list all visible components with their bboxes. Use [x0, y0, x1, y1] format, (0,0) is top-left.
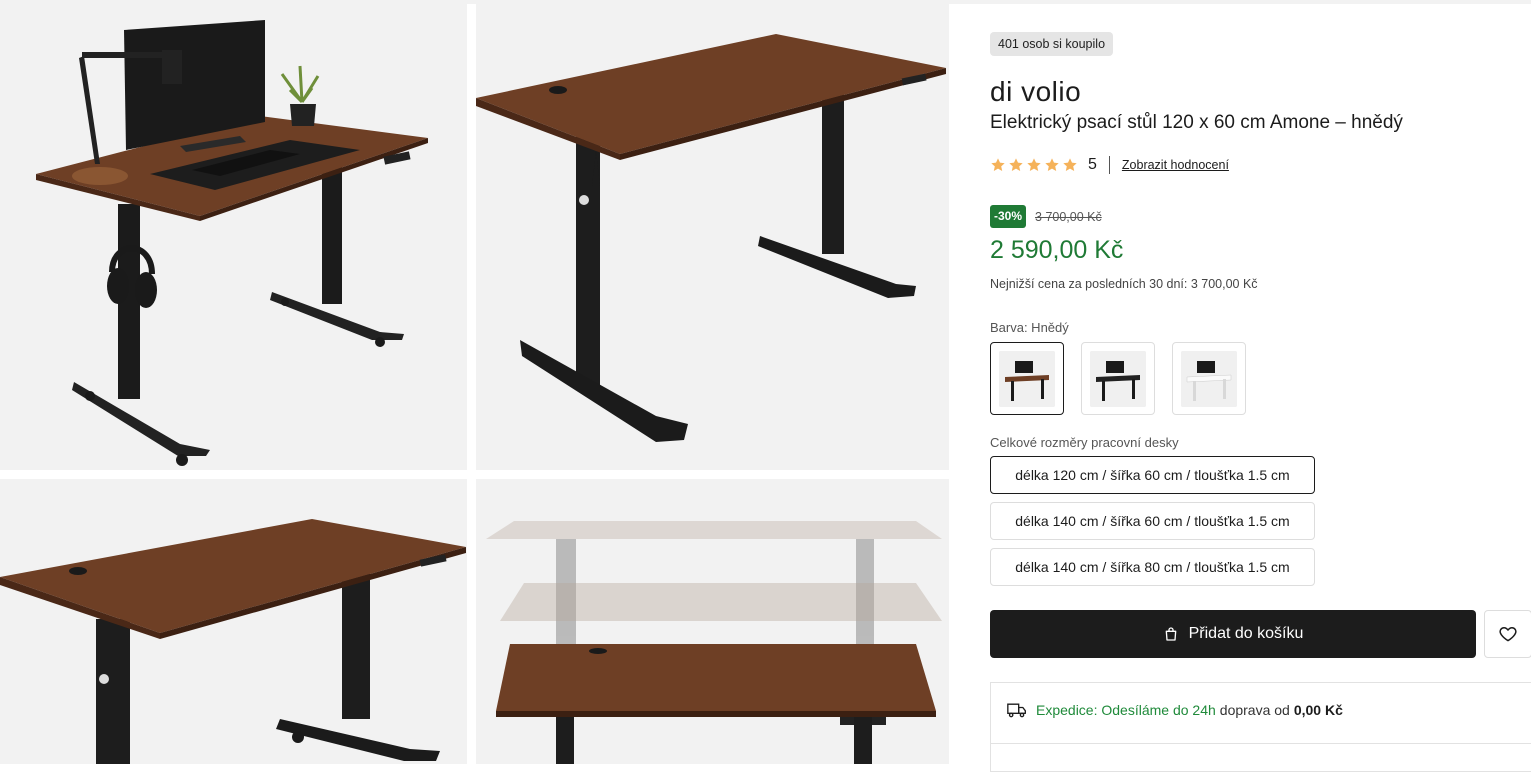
color-swatch-white[interactable]	[1172, 342, 1246, 415]
star-icon	[991, 158, 1005, 171]
old-price: 3 700,00 Kč	[1035, 209, 1102, 224]
svg-text:di volio: di volio	[990, 76, 1081, 106]
discount-row: -30% 3 700,00 Kč	[990, 205, 1102, 228]
product-gallery	[0, 4, 949, 764]
rating-stars	[990, 157, 1078, 173]
shopping-bag-icon	[1165, 627, 1176, 641]
desk-front-view-image	[0, 519, 466, 764]
product-title: Elektrický psací stůl 120 x 60 cm Amone …	[990, 112, 1403, 133]
product-photo-4[interactable]	[476, 479, 949, 764]
product-photo-3[interactable]	[0, 479, 467, 764]
truck-icon	[1007, 703, 1026, 718]
current-price: 2 590,00 Kč	[990, 236, 1124, 264]
shipping-row: Expedice: Odesíláme do 24h doprava od 0,…	[1007, 702, 1343, 718]
black-desk-thumbnail	[1090, 350, 1146, 407]
color-label: Barva: Hnědý	[990, 320, 1069, 335]
desk-side-view-image	[476, 34, 946, 442]
star-icon	[1027, 158, 1041, 171]
add-to-cart-label: Přidat do košíku	[1188, 625, 1304, 642]
info-divider	[991, 743, 1531, 744]
star-icon	[1063, 158, 1077, 171]
white-desk-thumbnail	[1181, 350, 1237, 407]
sold-count-badge: 401 osob si koupilo	[990, 32, 1114, 56]
rating-row: 5 Zobrazit hodnocení	[990, 154, 1229, 176]
rating-separator	[1108, 156, 1110, 174]
shipping-price: 0,00 Kč	[1293, 702, 1343, 718]
dimensions-label: Celkové rozměry pracovní desky	[990, 435, 1179, 450]
star-icon	[1009, 158, 1023, 171]
add-to-cart-button[interactable]: Přidat do košíku	[990, 610, 1476, 658]
heart-icon	[1499, 627, 1517, 642]
shipping-text: doprava od	[1219, 702, 1290, 718]
lowest-price-note: Nejnižší cena za posledních 30 dní: 3 70…	[990, 277, 1258, 291]
dimension-option-140x60[interactable]: délka 140 cm / šířka 60 cm / tloušťka 1.…	[990, 502, 1315, 540]
desk-with-monitor-image	[36, 20, 428, 466]
desk-height-adjustment-image	[486, 521, 942, 764]
color-swatch-brown[interactable]	[990, 342, 1064, 415]
wishlist-button[interactable]	[1484, 610, 1531, 658]
delivery-info-box: Expedice: Odesíláme do 24h doprava od 0,…	[990, 682, 1531, 772]
brand-logo[interactable]: di volio	[990, 74, 1094, 106]
dimension-option-120x60[interactable]: délka 120 cm / šířka 60 cm / tloušťka 1.…	[990, 456, 1315, 494]
show-reviews-link[interactable]: Zobrazit hodnocení	[1122, 158, 1229, 172]
dispatch-info: Expedice: Odesíláme do 24h	[1036, 702, 1216, 718]
dimension-option-140x80[interactable]: délka 140 cm / šířka 80 cm / tloušťka 1.…	[990, 548, 1315, 586]
rating-value: 5	[1088, 156, 1097, 173]
product-info-panel: 401 osob si koupilo di volio Elektrický …	[990, 4, 1531, 772]
color-swatches	[990, 342, 1246, 415]
brown-desk-thumbnail	[999, 350, 1055, 407]
star-icon	[1045, 158, 1059, 171]
product-photo-2[interactable]	[476, 4, 949, 470]
color-swatch-black[interactable]	[1081, 342, 1155, 415]
product-photo-1[interactable]	[0, 4, 467, 470]
discount-badge: -30%	[990, 205, 1027, 228]
